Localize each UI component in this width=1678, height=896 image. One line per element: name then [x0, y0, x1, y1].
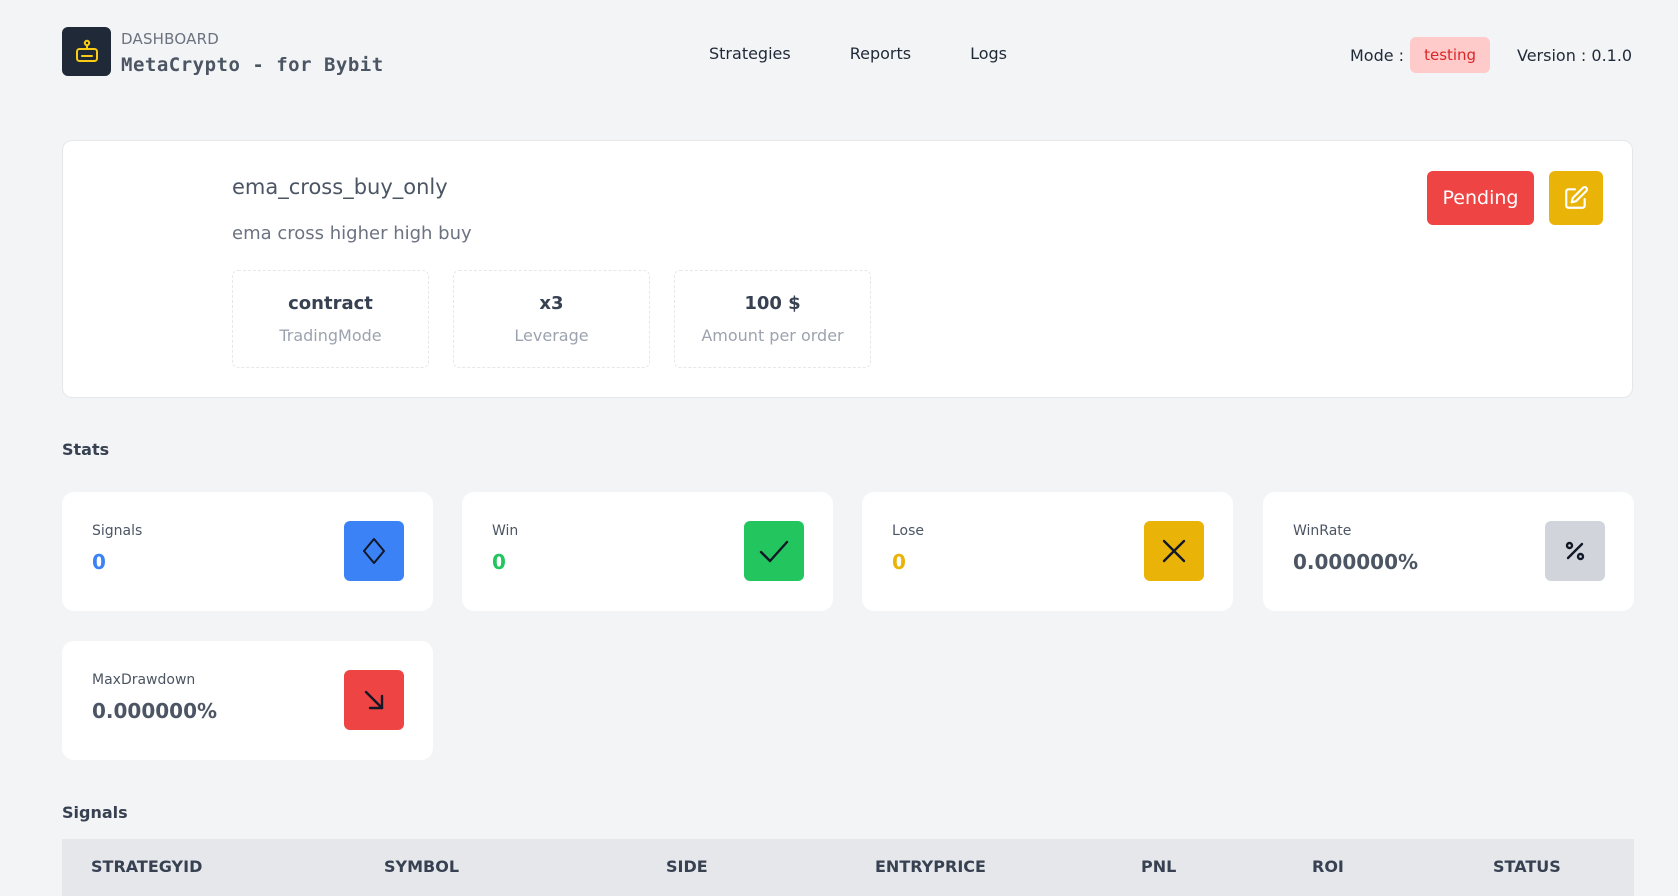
win-stat-icon-box — [744, 521, 804, 581]
leverage-value: x3 — [539, 293, 564, 314]
strategy-description: ema cross higher high buy — [232, 223, 472, 244]
mode-indicator: Mode : testing — [1350, 37, 1491, 73]
mode-label: Mode : — [1350, 45, 1405, 65]
top-header: DASHBOARD MetaCrypto - for Bybit Strateg… — [62, 27, 1634, 85]
winrate-stat-value: 0.000000% — [1293, 550, 1419, 574]
signals-stat-value: 0 — [92, 550, 106, 574]
edit-icon — [1565, 186, 1588, 209]
column-header-pnl[interactable]: PNL — [1141, 857, 1176, 876]
strategy-card: ema_cross_buy_only ema cross higher high… — [62, 140, 1633, 398]
maxdrawdown-stat-label: MaxDrawdown — [92, 672, 196, 688]
column-header-status[interactable]: STATUS — [1493, 857, 1561, 876]
x-icon — [1162, 539, 1186, 563]
amount-label: Amount per order — [701, 326, 844, 345]
nav-logs[interactable]: Logs — [970, 44, 1007, 63]
arrow-down-right-icon — [364, 690, 384, 710]
win-stat-card: Win 0 — [462, 492, 833, 611]
leverage-label: Leverage — [514, 326, 589, 345]
strategy-name: ema_cross_buy_only — [232, 175, 448, 199]
maxdrawdown-stat-card: MaxDrawdown 0.000000% — [62, 641, 433, 760]
percent-icon — [1565, 541, 1585, 561]
robot-icon — [75, 39, 98, 62]
chevron-up-down-icon — [363, 538, 385, 564]
mode-badge: testing — [1410, 37, 1491, 73]
leverage-box: x3 Leverage — [453, 270, 650, 368]
stats-title: Stats — [62, 440, 110, 459]
winrate-stat-icon-box — [1545, 521, 1605, 581]
column-header-roi[interactable]: ROI — [1312, 857, 1344, 876]
column-header-symbol[interactable]: SYMBOL — [384, 857, 459, 876]
lose-stat-value: 0 — [892, 550, 906, 574]
column-header-side[interactable]: SIDE — [666, 857, 708, 876]
lose-stat-card: Lose 0 — [862, 492, 1233, 611]
nav-reports[interactable]: Reports — [850, 44, 911, 63]
check-icon — [759, 540, 789, 563]
brand-title[interactable]: MetaCrypto - for Bybit — [121, 54, 384, 76]
amount-box: 100 $ Amount per order — [674, 270, 871, 368]
winrate-stat-card: WinRate 0.000000% — [1263, 492, 1634, 611]
lose-stat-label: Lose — [892, 523, 925, 539]
trading-mode-value: contract — [288, 293, 373, 314]
signals-title: Signals — [62, 803, 128, 822]
amount-value: 100 $ — [744, 293, 801, 314]
robot-logo[interactable] — [62, 27, 111, 76]
lose-stat-icon-box — [1144, 521, 1204, 581]
win-stat-value: 0 — [492, 550, 506, 574]
brand-subtitle: DASHBOARD — [121, 30, 219, 48]
maxdrawdown-stat-value: 0.000000% — [92, 699, 218, 723]
pending-button[interactable]: Pending — [1427, 171, 1534, 225]
win-stat-label: Win — [492, 523, 519, 539]
winrate-stat-label: WinRate — [1293, 523, 1352, 539]
column-header-strategyid[interactable]: STRATEGYID — [91, 857, 202, 876]
signals-stat-icon-box — [344, 521, 404, 581]
edit-button[interactable] — [1549, 171, 1603, 225]
trading-mode-box: contract TradingMode — [232, 270, 429, 368]
maxdrawdown-stat-icon-box — [344, 670, 404, 730]
main-nav: Strategies Reports Logs — [709, 44, 1007, 63]
signals-stat-label: Signals — [92, 523, 143, 539]
column-header-entryprice[interactable]: ENTRYPRICE — [875, 857, 986, 876]
signals-table-header: STRATEGYID SYMBOL SIDE ENTRYPRICE PNL RO… — [62, 839, 1634, 896]
signals-stat-card: Signals 0 — [62, 492, 433, 611]
version-label: Version : 0.1.0 — [1517, 46, 1633, 65]
trading-mode-label: TradingMode — [279, 326, 382, 345]
nav-strategies[interactable]: Strategies — [709, 44, 791, 63]
